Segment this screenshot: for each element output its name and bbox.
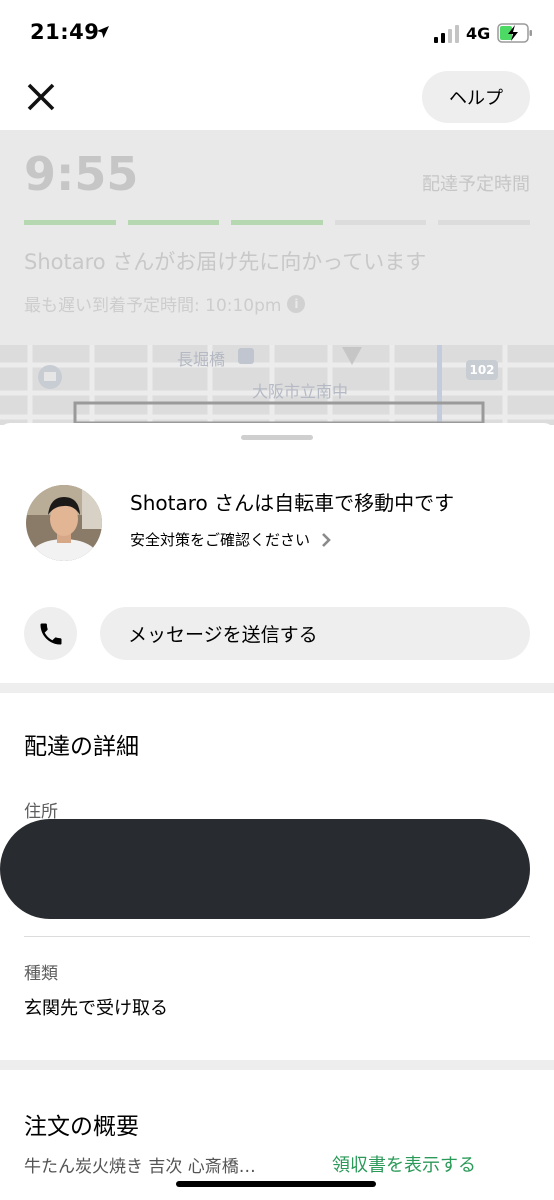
route-number-badge: 102 (466, 360, 498, 380)
signal-icon (434, 25, 459, 43)
map-label-school: 大阪市立南中 (252, 382, 349, 401)
dropoff-type-label: 種類 (24, 964, 58, 984)
progress-segment (334, 220, 427, 225)
latest-eta-text: 最も遅い到着予定時間: 10:10pm (24, 296, 282, 316)
status-time: 21:49 (30, 20, 100, 44)
section-divider (0, 1060, 554, 1070)
delivery-progress (24, 220, 530, 226)
call-courier-button[interactable] (24, 607, 77, 660)
safety-info-link[interactable]: 安全対策をご確認ください (130, 529, 332, 550)
eta-label: 配達予定時間 (422, 174, 530, 195)
chevron-right-icon (322, 532, 331, 547)
eta-time: 9:55 (24, 147, 139, 201)
location-arrow-icon (97, 26, 109, 38)
delivery-status-text: Shotaro さんがお届け先に向かっています (24, 250, 427, 274)
phone-icon (40, 623, 61, 644)
redacted-address (0, 819, 530, 919)
map-label-nagahoribashi: 長堀橋 (177, 350, 226, 369)
safety-link-label: 安全対策をご確認ください (130, 531, 311, 549)
delivery-details-title: 配達の詳細 (24, 734, 139, 760)
tracking-panel: 9:55 配達予定時間 Shotaro さんがお届け先に向かっています 最も遅い… (0, 130, 554, 345)
sheet-handle[interactable] (241, 435, 313, 440)
order-summary-title: 注文の概要 (24, 1114, 139, 1140)
help-button[interactable]: ヘルプ (422, 71, 530, 123)
store-name: 牛たん炭火焼き 吉次 心斎橋… (24, 1156, 256, 1177)
progress-segment (438, 220, 530, 225)
courier-status-title: Shotaro さんは自転車で移動中です (130, 491, 455, 515)
network-type: 4G (466, 24, 491, 43)
progress-segment (24, 220, 116, 225)
field-divider (24, 936, 530, 937)
progress-segment (231, 220, 323, 225)
home-indicator (176, 1181, 376, 1187)
info-icon[interactable]: i (287, 294, 306, 313)
close-icon[interactable] (22, 78, 60, 116)
section-divider (0, 683, 554, 693)
progress-segment (127, 220, 220, 225)
latest-eta: 最も遅い到着予定時間: 10:10pm i (24, 291, 306, 316)
courier-avatar (26, 485, 102, 561)
battery-charging-icon (497, 23, 532, 43)
status-bar: 21:49 4G (0, 0, 554, 66)
bottom-sheet: Shotaro さんは自転車で移動中です 安全対策をご確認ください メッセージを… (0, 423, 554, 1200)
dropoff-type-value: 玄関先で受け取る (24, 998, 168, 1019)
view-receipt-link[interactable]: 領収書を表示する (332, 1151, 476, 1177)
send-message-button[interactable]: メッセージを送信する (100, 607, 530, 660)
map[interactable]: 長堀橋 大阪市立南中 102 (0, 345, 554, 425)
order-summary-row: 牛たん炭火焼き 吉次 心斎橋… 領収書を表示する (24, 1151, 530, 1177)
